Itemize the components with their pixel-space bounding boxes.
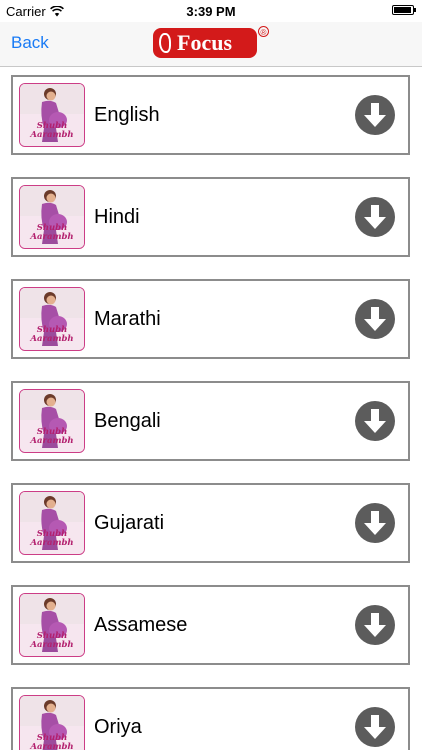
thumbnail-title: Shubh Aarambh xyxy=(30,529,74,548)
language-list-item[interactable]: Shubh Aarambh Gujarati xyxy=(11,483,410,563)
language-name: Gujarati xyxy=(94,512,165,534)
thumbnail-title: Shubh Aarambh xyxy=(30,427,74,446)
shubh-aarambh-thumbnail: Shubh Aarambh xyxy=(19,491,85,555)
battery-icon xyxy=(392,5,416,15)
back-button[interactable]: Back xyxy=(11,33,49,53)
language-name: Hindi xyxy=(94,206,140,228)
focus-logo: Focus xyxy=(153,28,257,58)
thumbnail-title: Shubh Aarambh xyxy=(30,733,74,750)
language-name: Oriya xyxy=(94,716,142,738)
thumbnail-title: Shubh Aarambh xyxy=(30,325,74,344)
download-icon[interactable] xyxy=(354,604,396,646)
shubh-aarambh-thumbnail: Shubh Aarambh xyxy=(19,185,85,249)
shubh-aarambh-thumbnail: Shubh Aarambh xyxy=(19,287,85,351)
download-icon[interactable] xyxy=(354,298,396,340)
shubh-aarambh-thumbnail: Shubh Aarambh xyxy=(19,389,85,453)
language-list-item[interactable]: Shubh Aarambh English xyxy=(11,75,410,155)
navigation-bar: Back Focus ® xyxy=(0,22,422,67)
download-icon[interactable] xyxy=(354,196,396,238)
shubh-aarambh-thumbnail: Shubh Aarambh xyxy=(19,83,85,147)
language-list-item[interactable]: Shubh Aarambh Assamese xyxy=(11,585,410,665)
language-list-item[interactable]: Shubh Aarambh Hindi xyxy=(11,177,410,257)
focus-logo-text: Focus xyxy=(177,30,232,55)
status-bar: Carrier 3:39 PM xyxy=(0,0,422,22)
shubh-aarambh-thumbnail: Shubh Aarambh xyxy=(19,593,85,657)
language-list-item[interactable]: Shubh Aarambh Oriya xyxy=(11,687,410,750)
language-list-item[interactable]: Shubh Aarambh Bengali xyxy=(11,381,410,461)
language-name: Marathi xyxy=(94,308,161,330)
status-time: 3:39 PM xyxy=(186,4,236,19)
language-list-item[interactable]: Shubh Aarambh Marathi xyxy=(11,279,410,359)
language-name: Bengali xyxy=(94,410,161,432)
download-icon[interactable] xyxy=(354,706,396,748)
thumbnail-title: Shubh Aarambh xyxy=(30,121,74,140)
download-icon[interactable] xyxy=(354,94,396,136)
language-name: English xyxy=(94,104,160,126)
thumbnail-title: Shubh Aarambh xyxy=(30,223,74,242)
download-icon[interactable] xyxy=(354,502,396,544)
registered-mark: ® xyxy=(258,26,269,37)
thumbnail-title: Shubh Aarambh xyxy=(30,631,74,650)
language-name: Assamese xyxy=(94,614,188,636)
language-list[interactable]: Shubh Aarambh English Shubh Aarambh Hindi Sh… xyxy=(0,66,422,750)
focus-logo-mark-icon xyxy=(159,33,171,53)
shubh-aarambh-thumbnail: Shubh Aarambh xyxy=(19,695,85,750)
download-icon[interactable] xyxy=(354,400,396,442)
